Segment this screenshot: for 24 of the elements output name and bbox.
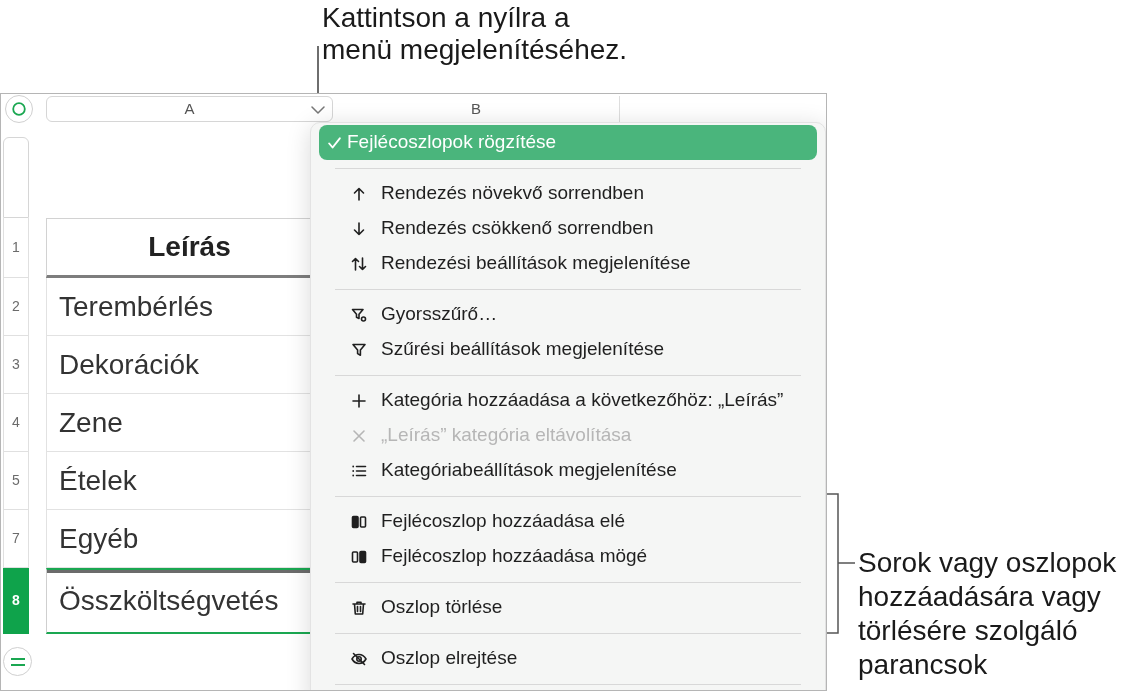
menu-item[interactable]: Oszlop elrejtése xyxy=(319,641,817,676)
row-number[interactable]: 2 xyxy=(3,278,29,336)
callout-text: Sorok vagy oszlopok hozzáadására vagy törlésére szolgáló parancsok xyxy=(858,546,1117,682)
row-number[interactable]: 5 xyxy=(3,452,29,510)
funnel-icon xyxy=(351,341,367,358)
arrow-up-icon xyxy=(351,185,367,202)
funnel-circle-icon xyxy=(351,306,367,323)
trash-icon xyxy=(351,599,367,616)
row-number[interactable]: 4 xyxy=(3,394,29,452)
equals-icon xyxy=(10,657,25,666)
cross-icon xyxy=(351,427,367,444)
chevron-down-icon xyxy=(311,106,325,114)
columns-left-filled-icon xyxy=(351,513,367,530)
row-number[interactable]: 1 xyxy=(3,218,29,278)
arrow-down-icon xyxy=(351,220,367,237)
ring-icon xyxy=(12,102,26,116)
menu-item[interactable]: Rendezés növekvő sorrendben xyxy=(319,176,817,211)
column-header[interactable]: A xyxy=(46,96,333,122)
up-down-arrows-icon xyxy=(351,255,367,272)
eye-slash-icon xyxy=(351,650,367,667)
plus-icon xyxy=(351,392,367,409)
columns-right-filled-icon xyxy=(351,548,367,565)
callout-text: Kattintson a nyílra a menü megjelenítéséhez. xyxy=(322,2,628,66)
row-number[interactable]: 3 xyxy=(3,336,29,394)
